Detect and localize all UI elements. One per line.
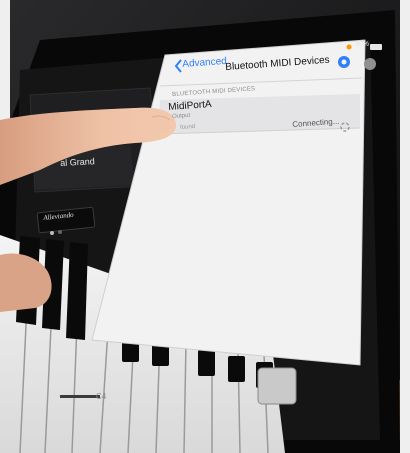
battery-icon <box>370 44 382 50</box>
page-dot <box>50 231 54 235</box>
key-label-c4: C4 <box>96 392 107 401</box>
pressed-key <box>257 367 297 405</box>
battery-text: 90% <box>355 41 370 48</box>
right-border <box>400 0 410 453</box>
key-marker-bar <box>60 395 100 398</box>
help-icon[interactable] <box>364 58 376 70</box>
recording-dot <box>346 44 352 50</box>
photo-scene: 90% Advanced Bluetooth MIDI Devices BLUE… <box>0 0 410 453</box>
not-found-text: found <box>180 123 196 131</box>
preset-name[interactable]: al Grand <box>60 156 95 168</box>
page-dot <box>58 230 62 234</box>
device-subtitle: Output <box>172 112 191 120</box>
